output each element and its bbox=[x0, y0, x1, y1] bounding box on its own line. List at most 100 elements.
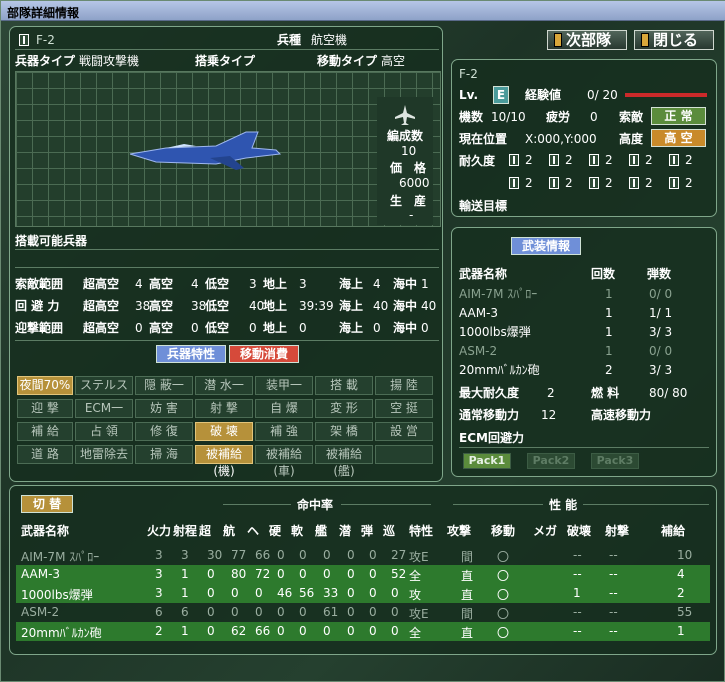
next-unit-button[interactable]: 次部隊 bbox=[547, 30, 627, 50]
weapon-cell: 3 bbox=[181, 548, 189, 562]
weapon-cell: -- bbox=[573, 605, 582, 619]
weapon-cell: 〇 bbox=[497, 588, 510, 602]
tab-weapon-traits[interactable]: 兵器特性 bbox=[156, 345, 226, 363]
weapon-row[interactable]: AAM-3 3 1 0 80 72 0 0 0 0 0 52 全直〇 -- -- 4 bbox=[16, 565, 710, 584]
trait-cell: 道 路 bbox=[17, 445, 73, 464]
unit-detail-window: 部隊詳細情報 次部隊 閉じる F-2 兵種 航空機 兵器タイプ 戦闘攻撃機 搭乗… bbox=[0, 0, 725, 682]
unit-name: F-2 bbox=[36, 33, 55, 47]
trait-cell: ECM一 bbox=[75, 399, 133, 418]
weapons-header-cell: 超 bbox=[199, 524, 212, 538]
weapon-cell: 0 bbox=[277, 567, 285, 581]
trait-cell: 揚 陸 bbox=[375, 376, 433, 395]
weapon-cell: 0 bbox=[299, 605, 307, 619]
range-value: 4 bbox=[135, 277, 143, 291]
range-key: 低空 bbox=[205, 277, 230, 291]
armament-name: AIM-7M ｽﾊﾟﾛｰ bbox=[459, 287, 538, 301]
switch-button[interactable]: 切 替 bbox=[21, 495, 73, 513]
pack2-button[interactable]: Pack2 bbox=[527, 453, 575, 469]
weapon-cell: 0 bbox=[207, 605, 215, 619]
max-dur-label: 最大耐久度 bbox=[459, 386, 520, 400]
missile-icon bbox=[669, 177, 679, 189]
plane-icon bbox=[395, 105, 415, 125]
weapons-header-cell: 艦 bbox=[315, 524, 328, 538]
weapon-cell: 0 bbox=[231, 605, 239, 619]
weapon-cell: 0 bbox=[347, 624, 355, 638]
range-value: 38 bbox=[135, 299, 151, 313]
weapon-cell: 0 bbox=[369, 548, 377, 562]
weapon-cell: 77 bbox=[231, 548, 247, 562]
weapon-cell: 直 bbox=[461, 588, 474, 602]
range-value: 4 bbox=[191, 277, 199, 291]
weapon-cell: 0 bbox=[207, 586, 215, 600]
trait-cell: 被補給(車) bbox=[255, 445, 313, 478]
weapon-row[interactable]: AIM-7M ｽﾊﾟﾛｰ 3 3 30 77 66 0 0 0 0 0 27 攻E 間〇 -- -- 10 bbox=[16, 546, 710, 565]
weapon-cell: 0 bbox=[323, 548, 331, 562]
weapon-cell: 0 bbox=[347, 605, 355, 619]
missile-icon bbox=[629, 154, 639, 166]
weapon-cell: 0 bbox=[277, 605, 285, 619]
weapon-cell: 攻E bbox=[409, 607, 429, 621]
weapon-cell: AIM-7M ｽﾊﾟﾛｰ bbox=[21, 550, 100, 564]
weapons-header-cell: 硬 bbox=[269, 524, 282, 538]
max-dur-value: 2 bbox=[547, 386, 555, 400]
weapon-cell: 30 bbox=[207, 548, 223, 562]
arm-header-count: 回数 bbox=[591, 267, 616, 281]
produce-value: - bbox=[409, 208, 414, 222]
trait-cell: 空 挺 bbox=[375, 399, 433, 418]
range-key: 低空 bbox=[205, 321, 230, 335]
weapon-cell: 全 bbox=[409, 626, 422, 640]
pack1-button[interactable]: Pack1 bbox=[463, 453, 511, 469]
weapon-row[interactable]: 1000lbs爆弾 3 1 0 0 0 46 56 33 0 0 0 攻直〇 1 -- 2 bbox=[16, 584, 710, 603]
armament-name: AAM-3 bbox=[459, 306, 499, 320]
weapon-cell: -- bbox=[609, 605, 618, 619]
durability-value: 2 bbox=[605, 176, 613, 190]
trait-cell: 修 復 bbox=[135, 422, 193, 441]
window-title: 部隊詳細情報 bbox=[1, 1, 725, 21]
pack3-button[interactable]: Pack3 bbox=[591, 453, 639, 469]
weapon-cell: 間 bbox=[461, 607, 474, 621]
price-value: 6000 bbox=[399, 176, 430, 190]
durability-value: 2 bbox=[525, 153, 533, 167]
range-value: 3 bbox=[299, 277, 307, 291]
durability-label: 耐久度 bbox=[459, 154, 496, 168]
trait-cell: 破 壊 bbox=[195, 422, 253, 441]
weapon-cell: 3 bbox=[155, 586, 163, 600]
weapon-cell: 4 bbox=[677, 567, 685, 581]
formation-label: 編成数 bbox=[387, 129, 424, 143]
weapons-header-cell: 火力 bbox=[147, 524, 172, 538]
search-status: 正 常 bbox=[651, 107, 706, 125]
weapon-row[interactable]: ASM-2 6 6 0 0 0 0 0 61 0 0 0 攻E 間〇 -- -- 55 bbox=[16, 603, 710, 622]
weapon-row[interactable]: 20mmﾊﾞﾙｶﾝ砲 2 1 0 62 66 0 0 0 0 0 0 全直〇 -- -- 1 bbox=[16, 622, 710, 641]
weapons-header-cell: 移動 bbox=[491, 524, 516, 538]
search-label: 索敵 bbox=[619, 110, 644, 124]
range-value: 39:39 bbox=[299, 299, 334, 313]
position-label: 現在位置 bbox=[459, 132, 508, 146]
trait-cell: 補 給 bbox=[17, 422, 73, 441]
weapon-cell: 52 bbox=[391, 567, 407, 581]
normal-move-label: 通常移動力 bbox=[459, 408, 520, 422]
trait-cell: 被補給(機) bbox=[195, 445, 253, 478]
range-key: 低空 bbox=[205, 299, 230, 313]
weapon-cell: -- bbox=[609, 548, 618, 562]
weapon-cell: 56 bbox=[299, 586, 315, 600]
weapon-cell: -- bbox=[573, 548, 582, 562]
close-button[interactable]: 閉じる bbox=[634, 30, 714, 50]
durability-value: 2 bbox=[645, 176, 653, 190]
missile-icon bbox=[589, 154, 599, 166]
weapon-cell: 0 bbox=[299, 548, 307, 562]
weapon-cell: 55 bbox=[677, 605, 693, 619]
missile-icon bbox=[509, 154, 519, 166]
weapon-cell: 66 bbox=[255, 624, 271, 638]
board-type-label: 搭乗タイプ bbox=[195, 54, 256, 68]
weapon-cell: 0 bbox=[277, 548, 285, 562]
missile-icon bbox=[629, 177, 639, 189]
tab-move-cost[interactable]: 移動消費 bbox=[229, 345, 299, 363]
armament-count: 1 bbox=[605, 306, 613, 320]
hit-rate-label: 命中率 bbox=[297, 498, 334, 512]
trait-cell: 架 橋 bbox=[315, 422, 373, 441]
range-key: 高空 bbox=[149, 321, 174, 335]
weapon-cell: ASM-2 bbox=[21, 605, 60, 619]
weapon-type-label: 兵器タイプ bbox=[15, 54, 76, 68]
aircraft-icon bbox=[19, 34, 29, 46]
missile-icon bbox=[549, 177, 559, 189]
